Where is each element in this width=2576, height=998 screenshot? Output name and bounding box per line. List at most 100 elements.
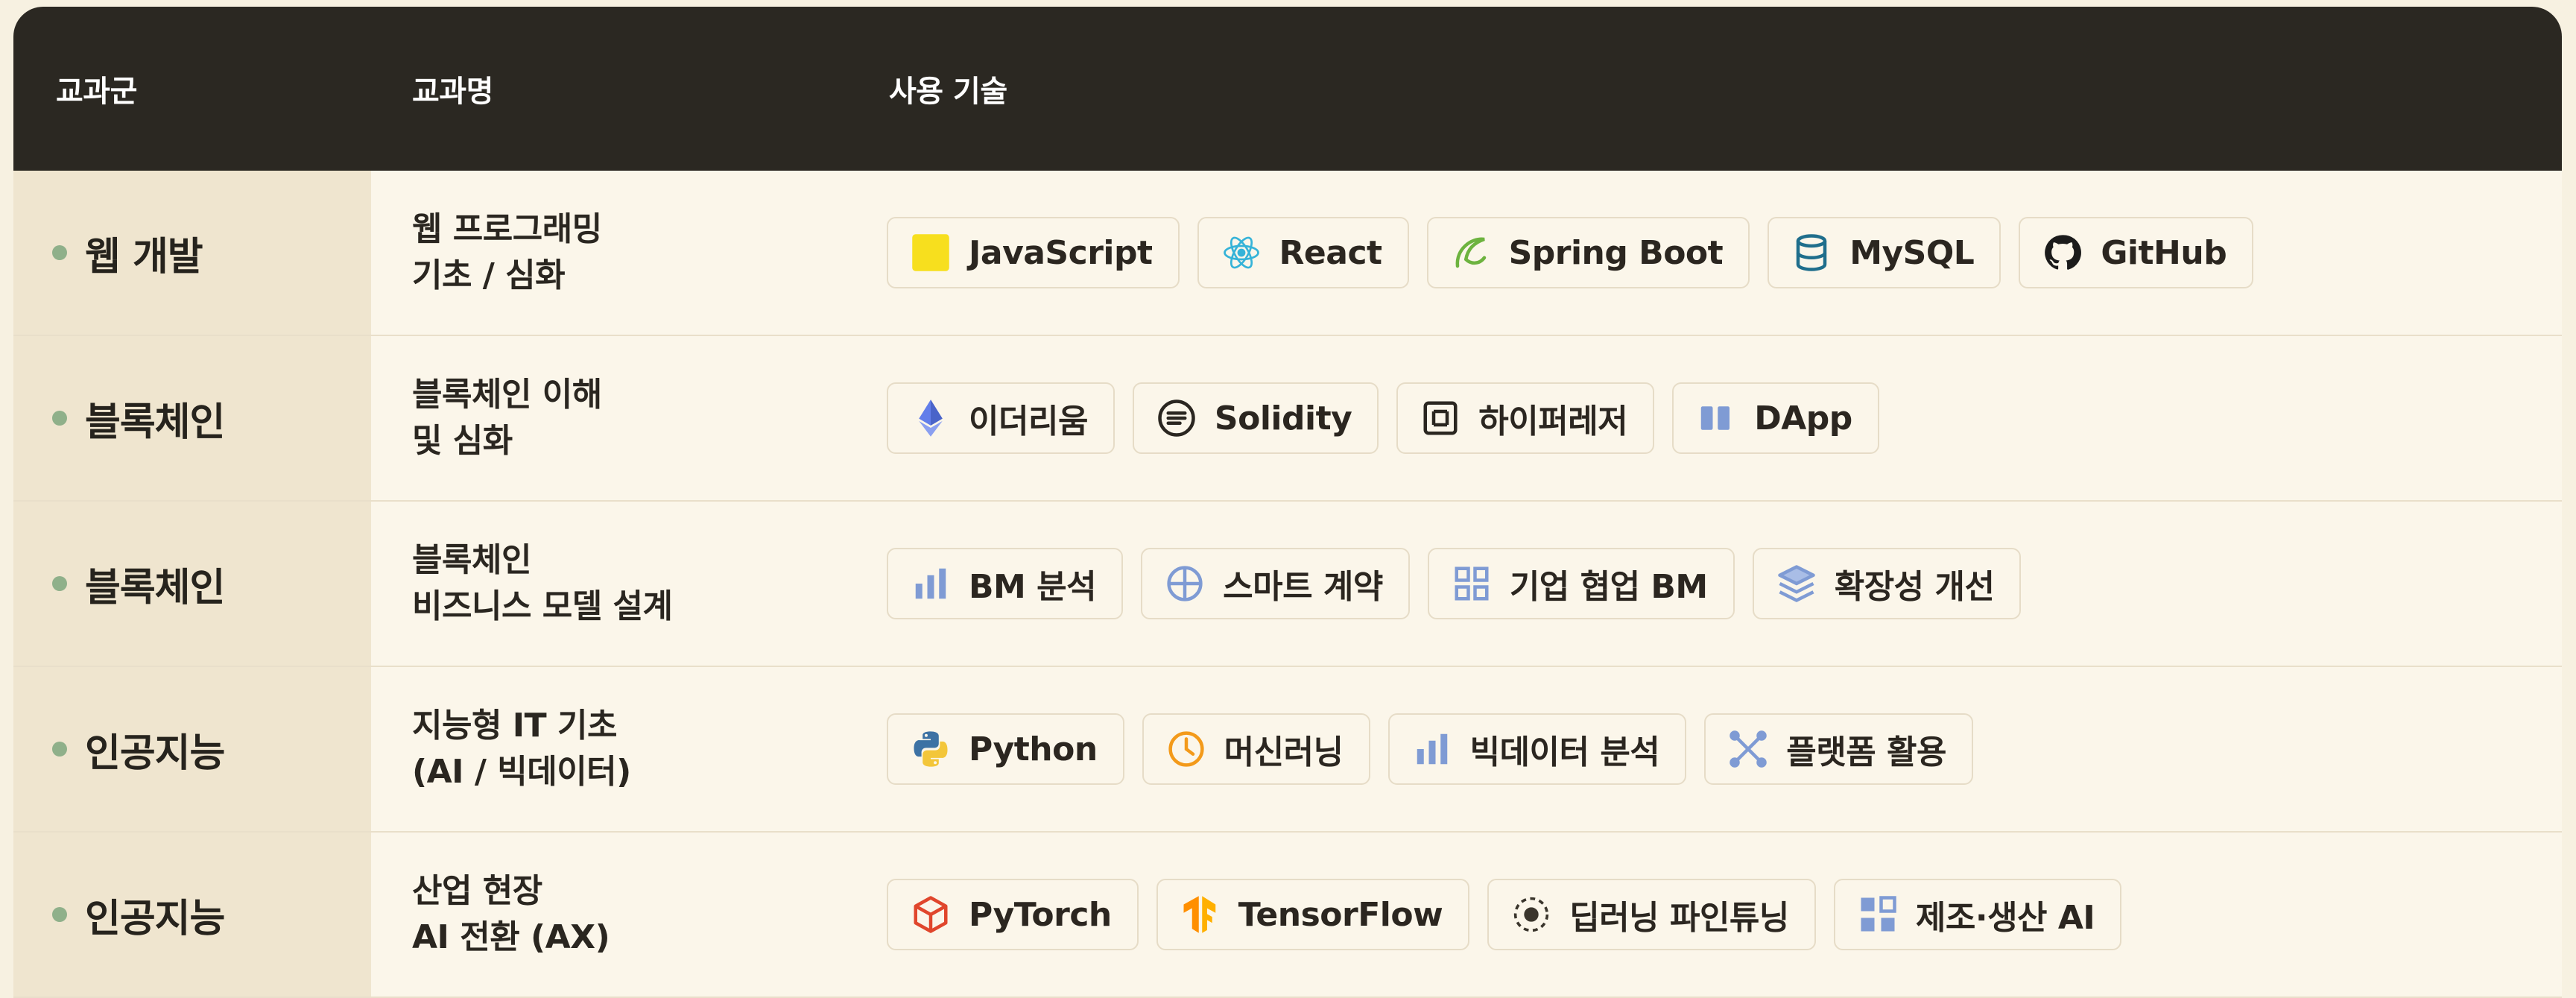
tech-chip-label: 확장성 개선 [1834, 568, 1995, 606]
course-group-cell: 웹 개발 [13, 171, 371, 335]
header-tech: 사용 기술 [889, 75, 1007, 109]
course-name-line: 블록체인 이해 [412, 376, 602, 414]
javascript-icon [911, 233, 951, 273]
course-group-cell: 블록체인 [13, 502, 371, 666]
tech-chip-label: 이더리움 [969, 402, 1088, 440]
ethereum-icon [911, 398, 951, 438]
tech-chip-label: Spring Boot [1508, 233, 1724, 272]
tech-chip[interactable]: Solidity [1132, 382, 1379, 454]
tech-chip[interactable]: PyTorch [887, 879, 1139, 950]
header-group: 교과군 [56, 75, 137, 109]
bullet-dot-icon [52, 907, 67, 922]
bullet-dot-icon [52, 245, 67, 260]
tech-chip-label: GitHub [2101, 233, 2227, 272]
tech-list: JavaScript React Spring Boot MySQL GitHub [887, 171, 2562, 335]
tech-chip-label: 스마트 계약 [1223, 568, 1383, 606]
tech-chip[interactable]: GitHub [2019, 217, 2254, 288]
tech-chip-label: 기업 협업 BM [1509, 568, 1708, 606]
github-icon [2042, 233, 2083, 273]
table-header: 교과군 교과명 사용 기술 [13, 7, 2562, 171]
target-dot-icon [1511, 894, 1551, 935]
course-name-line: (AI / 빅데이터) [412, 753, 631, 791]
tensorflow-icon [1180, 894, 1221, 935]
table-row: 블록체인 블록체인 비즈니스 모델 설계 BM 분석 스마트 계약 기업 협업 BM 확장성… [13, 502, 2562, 667]
tech-chip-label: 빅데이터 분석 [1469, 733, 1660, 771]
tech-chip-label: 딥러닝 파인튜닝 [1569, 899, 1789, 937]
tech-chip[interactable]: 스마트 계약 [1141, 548, 1410, 619]
tech-chip[interactable]: React [1197, 217, 1409, 288]
hyperledger-icon [1420, 398, 1461, 438]
nodes-icon [1728, 729, 1768, 769]
course-group-label: 블록체인 [85, 565, 225, 610]
bullet-dot-icon [52, 742, 67, 757]
course-name-line: 웹 프로그래밍 [412, 210, 602, 248]
dapp-icon [1696, 398, 1736, 438]
table-row: 블록체인 블록체인 이해및 심화 이더리움 Solidity 하이퍼레저 DApp [13, 336, 2562, 502]
course-name-cell: 블록체인 이해및 심화 [412, 336, 859, 500]
solidity-icon [1156, 398, 1197, 438]
tech-chip-label: Solidity [1214, 399, 1352, 438]
tech-list: BM 분석 스마트 계약 기업 협업 BM 확장성 개선 [887, 502, 2562, 666]
course-name-line: 블록체인 [412, 541, 531, 579]
tech-chip-label: JavaScript [969, 233, 1153, 272]
clock-icon [1166, 729, 1206, 769]
python-icon [911, 729, 951, 769]
course-name-line: AI 전환 (AX) [412, 918, 610, 956]
bar-chart-icon [911, 563, 951, 604]
course-group-cell: 인공지능 [13, 667, 371, 831]
tech-chip-label: React [1279, 233, 1383, 272]
course-name-cell: 산업 현장 AI 전환 (AX) [412, 833, 859, 997]
course-name-line: 및 심화 [412, 422, 513, 460]
tech-chip[interactable]: BM 분석 [887, 548, 1124, 619]
bullet-dot-icon [52, 411, 67, 426]
bar-chart-icon [1412, 729, 1452, 769]
tech-chip[interactable]: MySQL [1768, 217, 2001, 288]
bullet-dot-icon [52, 576, 67, 591]
tech-chip[interactable]: DApp [1672, 382, 1879, 454]
table-row: 인공지능 산업 현장 AI 전환 (AX) PyTorch TensorFlow 딥러닝 … [13, 833, 2562, 998]
course-group-label: 블록체인 [85, 399, 225, 445]
tech-chip-label: MySQL [1849, 233, 1975, 272]
course-name-line: 지능형 IT 기초 [412, 707, 617, 745]
course-group-label: 인공지능 [85, 730, 225, 776]
tech-chip[interactable]: 플랫폼 활용 [1704, 713, 1973, 785]
course-name-line: 기초 / 심화 [412, 256, 566, 294]
tech-chip[interactable]: Spring Boot [1426, 217, 1750, 288]
pytorch-icon [911, 894, 951, 935]
tech-chip-label: 하이퍼레저 [1478, 402, 1628, 440]
blocks-icon [1858, 894, 1898, 935]
tech-chip-label: 제조·생산 AI [1915, 899, 2095, 937]
tech-chip[interactable]: 머신러닝 [1142, 713, 1370, 785]
course-name-cell: 지능형 IT 기초 (AI / 빅데이터) [412, 667, 859, 831]
tech-chip-label: TensorFlow [1238, 895, 1443, 934]
tech-chip[interactable]: 확장성 개선 [1752, 548, 2022, 619]
tech-list: 이더리움 Solidity 하이퍼레저 DApp [887, 336, 2562, 500]
tech-chip[interactable]: Python [887, 713, 1124, 785]
tech-chip[interactable]: 빅데이터 분석 [1387, 713, 1687, 785]
tech-chip[interactable]: 기업 협업 BM [1427, 548, 1735, 619]
layers-icon [1776, 563, 1817, 604]
tech-chip[interactable]: 하이퍼레저 [1396, 382, 1655, 454]
tech-chip-label: BM 분석 [969, 568, 1097, 606]
course-group-label: 웹 개발 [85, 234, 203, 279]
course-name-line: 산업 현장 [412, 872, 542, 910]
crosshair-circle-icon [1165, 563, 1205, 604]
tech-chip[interactable]: 제조·생산 AI [1833, 879, 2122, 950]
tech-chip-label: 플랫폼 활용 [1786, 733, 1946, 771]
course-group-cell: 인공지능 [13, 833, 371, 997]
course-group-cell: 블록체인 [13, 336, 371, 500]
tech-chip-label: Python [969, 730, 1098, 768]
tech-chip[interactable]: TensorFlow [1156, 879, 1470, 950]
tech-chip[interactable]: 이더리움 [887, 382, 1115, 454]
course-group-label: 인공지능 [85, 896, 225, 941]
spring-icon [1451, 233, 1491, 273]
tech-chip-label: 머신러닝 [1224, 733, 1344, 771]
course-name-cell: 블록체인 비즈니스 모델 설계 [412, 502, 859, 666]
table-row: 웹 개발 웹 프로그래밍기초 / 심화 JavaScript React Spring … [13, 171, 2562, 336]
course-name-cell: 웹 프로그래밍기초 / 심화 [412, 171, 859, 335]
tech-chip[interactable]: JavaScript [887, 217, 1180, 288]
tech-chip[interactable]: 딥러닝 파인튜닝 [1487, 879, 1816, 950]
database-icon [1791, 233, 1832, 273]
tech-list: Python 머신러닝 빅데이터 분석 플랫폼 활용 [887, 667, 2562, 831]
grid-icon [1452, 563, 1492, 604]
